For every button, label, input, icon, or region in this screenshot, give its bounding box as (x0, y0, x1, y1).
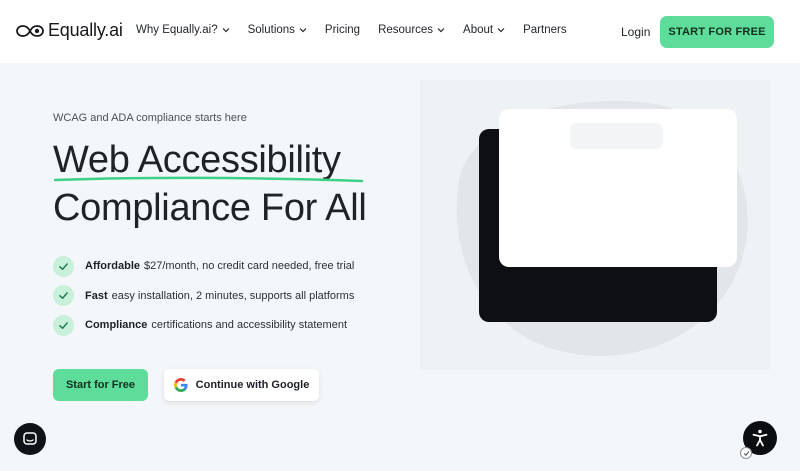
continue-with-google-button[interactable]: Continue with Google (164, 369, 319, 401)
infinity-eye-logo-icon (16, 24, 44, 37)
nav-partners-label: Partners (523, 24, 567, 36)
nav-about-label: About (463, 24, 494, 36)
accessibility-person-icon (752, 429, 768, 447)
chevron-down-icon (299, 28, 307, 33)
feature-bold: Affordable (85, 260, 140, 272)
chat-bubble-icon (23, 432, 37, 445)
nav-why-equally-label: Why Equally.ai? (136, 24, 218, 36)
google-g-icon (173, 378, 188, 392)
accessibility-verified-badge (740, 447, 752, 459)
feature-bold: Fast (85, 289, 108, 302)
site-header: Equally.ai Why Equally.ai? Solutions Pri… (0, 0, 800, 63)
start-for-free-header-button[interactable]: START FOR FREE (660, 16, 774, 48)
nav-why-equally[interactable]: Why Equally.ai? (136, 24, 230, 36)
continue-with-google-label: Continue with Google (195, 379, 310, 391)
brand-name: Equally.ai (48, 20, 123, 40)
hero-eyebrow: WCAG and ADA compliance starts here (53, 112, 247, 124)
nav-pricing[interactable]: Pricing (325, 24, 360, 36)
login-link[interactable]: Login (621, 25, 650, 39)
feature-text: easy installation, 2 minutes, supports a… (111, 289, 355, 302)
nav-solutions[interactable]: Solutions (248, 24, 307, 36)
nav-about[interactable]: About (463, 24, 505, 36)
chevron-down-icon (437, 28, 445, 33)
chat-launcher-button[interactable] (14, 423, 46, 455)
main-nav: Why Equally.ai? Solutions Pricing Resour… (136, 24, 585, 36)
title-underline-decoration (54, 176, 364, 183)
hero-title-line2: Compliance For All (53, 187, 367, 229)
nav-resources-label: Resources (378, 24, 434, 36)
chevron-down-icon (497, 28, 505, 33)
brand-logo[interactable]: Equally.ai (16, 20, 123, 41)
nav-partners[interactable]: Partners (523, 24, 566, 36)
feature-text: certifications and accessibility stateme… (151, 319, 348, 331)
feature-list: Affordable $27/month, no credit card nee… (53, 255, 355, 345)
check-icon (743, 450, 749, 456)
nav-pricing-label: Pricing (324, 24, 361, 36)
start-for-free-button[interactable]: Start for Free (53, 369, 148, 401)
feature-item-compliance: Compliance certifications and accessibil… (53, 314, 354, 336)
chevron-down-icon (222, 28, 230, 33)
check-icon (53, 255, 74, 277)
feature-bold: Compliance (85, 319, 148, 331)
nav-resources[interactable]: Resources (378, 24, 445, 36)
nav-solutions-label: Solutions (247, 24, 295, 36)
feature-item-fast: Fast easy installation, 2 minutes, suppo… (53, 285, 355, 306)
hero-illustration (420, 80, 770, 370)
check-icon (53, 314, 74, 336)
check-icon (53, 285, 74, 306)
feature-text: $27/month, no credit card needed, free t… (144, 260, 355, 272)
feature-item-affordable: Affordable $27/month, no credit card nee… (53, 255, 355, 277)
